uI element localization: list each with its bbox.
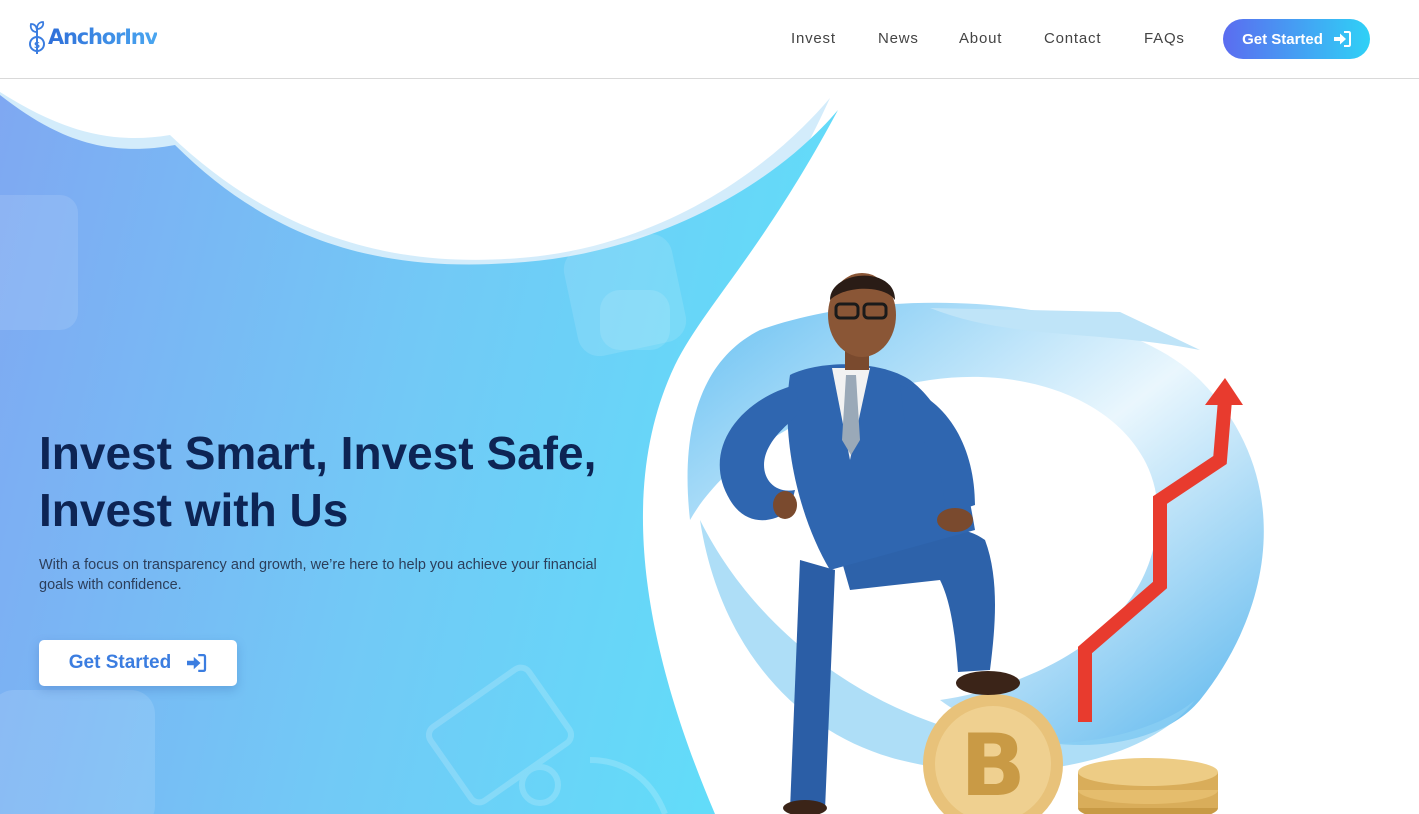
nav-faqs[interactable]: FAQs (1144, 30, 1185, 47)
header-get-started-label: Get Started (1242, 30, 1323, 48)
nav-contact[interactable]: Contact (1044, 30, 1101, 47)
sign-in-icon (1333, 31, 1351, 47)
hero-get-started-button[interactable]: Get Started (39, 640, 237, 686)
hero-headline-line-1: Invest Smart, Invest Safe, (39, 427, 597, 479)
coin-stack (1078, 758, 1218, 814)
nav-news[interactable]: News (878, 30, 919, 47)
svg-text:B: B (960, 716, 1026, 814)
hero-illustration: B (687, 273, 1264, 814)
sign-in-icon (187, 654, 207, 672)
hero-headline: Invest Smart, Invest Safe, Invest with U… (39, 425, 659, 539)
main-nav: Invest News About Contact FAQs (0, 30, 1419, 50)
hero-get-started-label: Get Started (68, 652, 172, 673)
site-header: $ AnchorInv Invest News About Contact FA… (0, 0, 1419, 79)
hero-subtext: With a focus on transparency and growth,… (39, 557, 597, 593)
hero-headline-line-2: Invest with Us (39, 484, 349, 536)
nav-invest[interactable]: Invest (791, 30, 836, 47)
header-get-started-button[interactable]: Get Started (1223, 19, 1370, 59)
nav-about[interactable]: About (959, 30, 1002, 47)
